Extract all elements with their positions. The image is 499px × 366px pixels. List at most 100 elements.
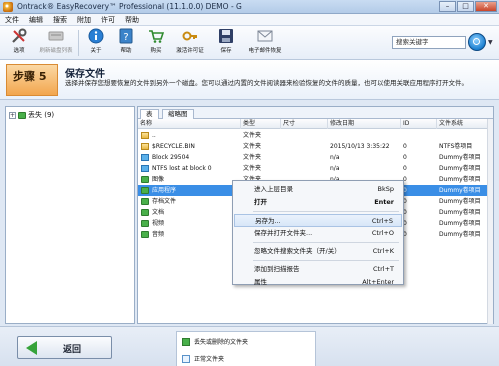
cell-date: n/a <box>330 154 340 161</box>
save-button[interactable]: 保存 <box>210 28 242 59</box>
bottom-bar: 返回 丢失或删除的文件夹 正常文件夹 <box>0 326 499 366</box>
toolbar-separator <box>78 30 79 56</box>
legend-item: 丢失或删除的文件夹 <box>182 337 248 346</box>
options-button[interactable]: 选项 <box>3 28 35 59</box>
lost-folder-icon <box>141 198 149 205</box>
view-tabs: 表 缩略图 <box>138 107 493 120</box>
context-menu-item[interactable]: 进入上层目录 BkSp <box>234 183 402 196</box>
search-icon[interactable] <box>468 33 486 51</box>
lost-folder-icon <box>141 220 149 227</box>
column-id[interactable]: ID <box>401 119 437 129</box>
cell-id: 0 <box>403 154 407 161</box>
maximize-button[interactable]: □ <box>457 1 474 12</box>
step-number: 步骤 5 <box>6 64 58 96</box>
cell-fs: Dummy卷项目 <box>439 165 481 172</box>
menu-separator <box>253 242 399 243</box>
cell-name: 应用程序 <box>152 187 177 194</box>
cell-size <box>281 152 328 163</box>
cell-fs <box>437 130 489 141</box>
cell-name: $RECYCLE.BIN <box>152 143 195 150</box>
buy-button[interactable]: 购买 <box>140 28 172 59</box>
minimize-button[interactable]: – <box>439 1 456 12</box>
menu-edit[interactable]: 编辑 <box>24 14 48 25</box>
back-button[interactable]: 返回 <box>17 336 112 359</box>
activate-license-button[interactable]: 激活许可证 <box>172 28 208 59</box>
context-menu: 进入上层目录 BkSp 打开 Enter 另存为... Ctrl+S 保存并打开文件夹...… <box>232 180 404 286</box>
column-modified[interactable]: 修改日期 <box>328 119 401 129</box>
cell-date <box>328 130 401 141</box>
about-label: 关于 <box>90 48 102 54</box>
close-button[interactable]: ✕ <box>475 1 497 12</box>
normal-folder-icon <box>141 165 149 172</box>
column-size[interactable]: 尺寸 <box>281 119 328 129</box>
cell-id: 0 <box>403 198 407 205</box>
activate-license-label: 激活许可证 <box>176 48 204 54</box>
cell-type: 文件夹 <box>243 165 262 172</box>
cell-name: 文档 <box>152 209 165 216</box>
cell-type: 文件夹 <box>243 132 262 139</box>
table-row[interactable]: NTFS lost at block 0 文件夹 n/a 0 Dummy卷项目 <box>138 163 493 174</box>
column-name[interactable]: 名称 <box>138 119 241 129</box>
tree-item-label: 丢失 (9) <box>28 111 55 119</box>
menu-file[interactable]: 文件 <box>0 14 24 25</box>
cell-fs: Dummy卷项目 <box>439 176 481 183</box>
about-button[interactable]: 关于 <box>80 28 112 59</box>
column-filesystem[interactable]: 文件系统 <box>437 119 489 129</box>
email-recovery-button[interactable]: 电子邮件恢复 <box>244 28 286 59</box>
context-menu-label: 添加到扫描报告 <box>254 265 300 273</box>
context-menu-item[interactable]: 添加到扫描报告 Ctrl+T <box>234 263 402 276</box>
menu-search[interactable]: 搜索 <box>48 14 72 25</box>
search-input[interactable]: 搜索关键字 <box>392 36 466 49</box>
cell-id: 0 <box>403 231 407 238</box>
step-header: 步骤 5 保存文件 选择并保存您想要恢复的文件到另外一个磁盘。您可以通过内置的文… <box>0 60 499 100</box>
table-row[interactable]: $RECYCLE.BIN 文件夹 2015/10/13 3:35:22 0 NTFS卷项… <box>138 141 493 152</box>
cell-name: Block 29504 <box>152 154 190 161</box>
context-menu-label: 保存并打开文件夹... <box>254 229 313 237</box>
context-menu-item[interactable]: 忽略文件搜索文件夹（开/关） Ctrl+K <box>234 245 402 258</box>
cell-size <box>281 141 328 152</box>
window-controls: – □ ✕ <box>439 1 497 12</box>
cell-name: .. <box>152 132 156 139</box>
context-menu-item[interactable]: 另存为... Ctrl+S <box>234 214 402 227</box>
context-menu-item[interactable]: 属性 Alt+Enter <box>234 276 402 289</box>
cell-name: 音频 <box>152 231 165 238</box>
vertical-scrollbar[interactable] <box>487 119 493 324</box>
cell-id: 0 <box>403 143 407 150</box>
context-menu-shortcut: Enter <box>374 198 394 206</box>
context-menu-item[interactable]: 保存并打开文件夹... Ctrl+O <box>234 227 402 240</box>
back-label: 返回 <box>63 345 82 355</box>
cell-type: 文件夹 <box>243 154 262 161</box>
context-menu-label: 忽略文件搜索文件夹（开/关） <box>254 247 341 255</box>
context-menu-item[interactable]: 打开 Enter <box>234 196 402 209</box>
context-menu-shortcut: Alt+Enter <box>362 278 394 286</box>
help-button[interactable]: ? 帮助 <box>110 28 142 59</box>
column-type[interactable]: 类型 <box>241 119 281 129</box>
tab-thumbnails[interactable]: 缩略图 <box>162 109 194 119</box>
tree-expander[interactable]: + <box>9 111 16 119</box>
cell-fs: Dummy卷项目 <box>439 154 481 161</box>
cell-type: 文件夹 <box>243 143 262 150</box>
menu-separator <box>253 260 399 261</box>
context-menu-label: 属性 <box>254 278 267 286</box>
menu-license[interactable]: 许可 <box>96 14 120 25</box>
menu-help[interactable]: 帮助 <box>120 14 144 25</box>
buy-label: 购买 <box>150 48 162 54</box>
lost-folder-icon <box>141 231 149 238</box>
tree-item-lost[interactable]: + 丢失 (9) <box>9 110 54 120</box>
menu-extras[interactable]: 附加 <box>72 14 96 25</box>
legend-item: 正常文件夹 <box>182 354 224 363</box>
context-menu-shortcut: Ctrl+T <box>373 265 394 273</box>
context-menu-shortcut: Ctrl+O <box>371 229 394 237</box>
cell-id: 0 <box>403 187 407 194</box>
table-row[interactable]: Block 29504 文件夹 n/a 0 Dummy卷项目 <box>138 152 493 163</box>
cell-size <box>281 130 328 141</box>
table-row[interactable]: .. 文件夹 <box>138 130 493 141</box>
lost-folder-icon <box>141 209 149 216</box>
legend-label: 正常文件夹 <box>194 356 225 363</box>
svg-text:?: ? <box>123 32 128 43</box>
title-bar: Ontrack® EasyRecovery™ Professional (11.… <box>0 0 499 14</box>
search-dropdown-icon[interactable]: ▼ <box>488 39 493 46</box>
cell-id: 0 <box>403 165 407 172</box>
refresh-disk-list-button[interactable]: 刷新磁盘列表 <box>36 28 76 59</box>
context-menu-shortcut: Ctrl+K <box>372 247 394 255</box>
